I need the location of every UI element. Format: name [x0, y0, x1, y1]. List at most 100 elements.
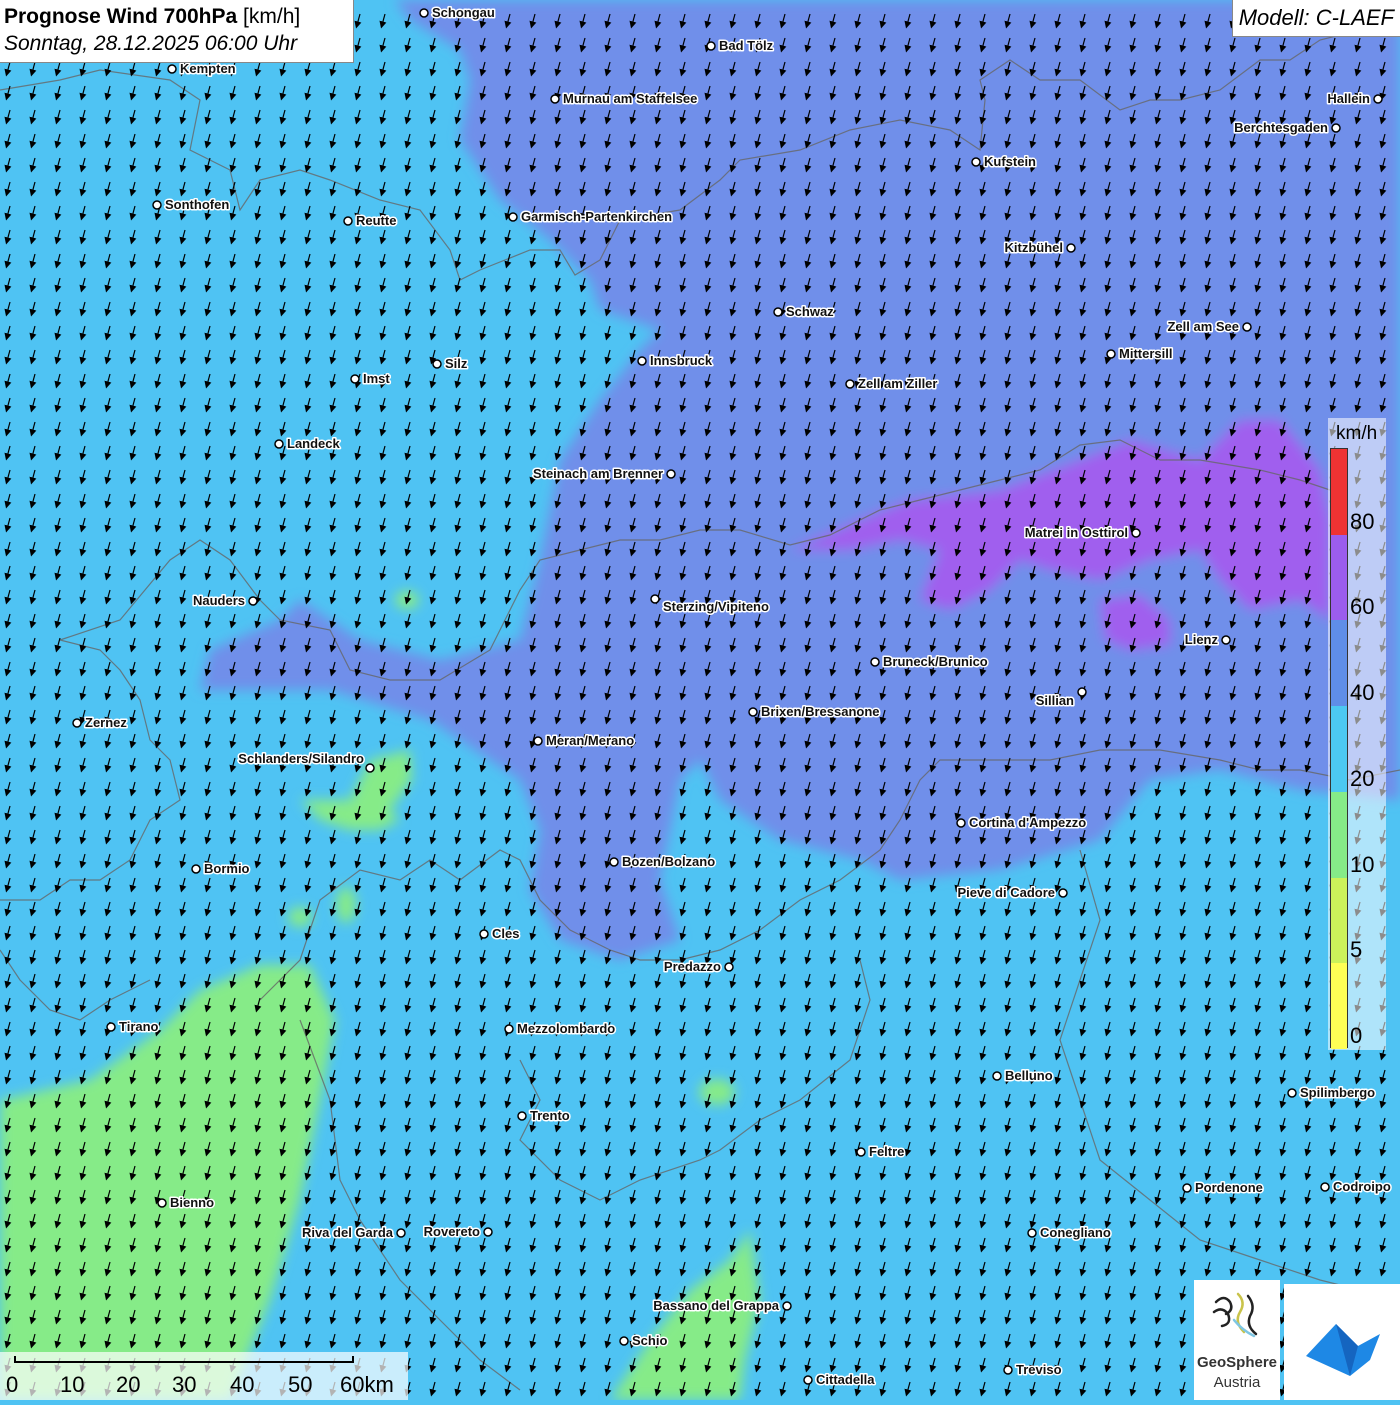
- city-label: Brixen/Bressanone: [761, 704, 880, 719]
- city-label: Bruneck/Brunico: [883, 654, 988, 669]
- city-marker-icon: [1131, 528, 1141, 538]
- city-label: Trento: [530, 1108, 570, 1123]
- city-marker-icon: [845, 379, 855, 389]
- city-marker-icon: [1221, 635, 1231, 645]
- city-marker-icon: [870, 657, 880, 667]
- city-marker-icon: [483, 1227, 493, 1237]
- city-marker-icon: [1331, 123, 1341, 133]
- forecast-datetime: Sonntag, 28.12.2025 06:00 Uhr: [4, 32, 298, 55]
- city-marker-icon: [419, 8, 429, 18]
- city-label: Murnau am Staffelsee: [563, 91, 697, 106]
- city-marker-icon: [533, 736, 543, 746]
- city-label: Spilimbergo: [1300, 1085, 1375, 1100]
- city-label: Zernez: [85, 715, 127, 730]
- city-marker-icon: [666, 469, 676, 479]
- city-label: Hallein: [1327, 91, 1370, 106]
- app-logo-icon: [1306, 1324, 1380, 1376]
- city-marker-icon: [167, 64, 177, 74]
- title-unit: [km/h]: [243, 5, 301, 28]
- scale-bar-line: [14, 1356, 354, 1363]
- city-label: Imst: [363, 371, 390, 386]
- city-label: Treviso: [1016, 1362, 1062, 1377]
- legend-color-segment: [1331, 706, 1347, 792]
- city-marker-icon: [479, 929, 489, 939]
- legend-tick-label: 40: [1350, 680, 1375, 706]
- geosphere-name: GeoSphere: [1196, 1354, 1278, 1371]
- city-marker-icon: [1058, 888, 1068, 898]
- legend-color-segment: [1331, 791, 1347, 878]
- city-label: Nauders: [193, 593, 245, 608]
- city-marker-icon: [609, 857, 619, 867]
- city-marker-icon: [619, 1336, 629, 1346]
- city-marker-icon: [1182, 1183, 1192, 1193]
- city-marker-icon: [724, 962, 734, 972]
- city-label: Reutte: [356, 213, 396, 228]
- city-label: Innsbruck: [650, 353, 713, 368]
- city-marker-icon: [191, 864, 201, 874]
- city-marker-icon: [248, 596, 258, 606]
- city-marker-icon: [782, 1301, 792, 1311]
- geosphere-icon: [1212, 1292, 1258, 1338]
- city-marker-icon: [637, 356, 647, 366]
- city-label: Sonthofen: [165, 197, 229, 212]
- city-label: Predazzo: [664, 959, 721, 974]
- legend-tick-label: 60: [1350, 594, 1375, 620]
- city-marker-icon: [365, 763, 375, 773]
- legend-unit: km/h: [1336, 423, 1378, 444]
- city-label: Berchtesgaden: [1234, 120, 1328, 135]
- scale-bar-label: 60km: [340, 1372, 394, 1397]
- legend-tick-label: 80: [1350, 508, 1375, 534]
- city-label: Riva del Garda: [302, 1225, 394, 1240]
- city-label: Bassano del Grappa: [653, 1298, 779, 1313]
- scale-bar-label: 0: [6, 1372, 19, 1397]
- city-marker-icon: [1287, 1088, 1297, 1098]
- city-marker-icon: [1373, 94, 1383, 104]
- city-label: Feltre: [869, 1144, 904, 1159]
- scale-bar-label: 30: [172, 1372, 197, 1397]
- legend-color-segment: [1331, 963, 1347, 1049]
- legend-color-segment: [1331, 620, 1347, 707]
- city-label: Silz: [445, 356, 468, 371]
- legend-tick-label: 0: [1350, 1023, 1363, 1048]
- geosphere-subtitle: Austria: [1213, 1374, 1261, 1391]
- city-marker-icon: [508, 212, 518, 222]
- city-label: Bad Tölz: [719, 38, 774, 53]
- city-marker-icon: [504, 1024, 514, 1034]
- wind-forecast-map: Schongau Bad Tölz Kempten Hallein Murnau am …: [0, 0, 1400, 1400]
- legend-color-segment: [1331, 877, 1347, 964]
- city-label: Matrei in Osttirol: [1025, 525, 1128, 540]
- geosphere-logo: GeoSphere Austria: [1194, 1280, 1280, 1400]
- city-marker-icon: [803, 1375, 813, 1385]
- city-label: Sillian: [1036, 693, 1074, 708]
- city-label: Meran/Merano: [546, 733, 634, 748]
- city-marker-icon: [1077, 687, 1087, 697]
- city-label: Belluno: [1005, 1068, 1053, 1083]
- scale-bar-label: 50: [288, 1372, 313, 1397]
- legend-tick-label: 20: [1350, 765, 1375, 791]
- city-marker-icon: [856, 1147, 866, 1157]
- legend-tick-label: 5: [1350, 937, 1363, 963]
- city-label: Pieve di Cadore: [957, 885, 1055, 900]
- title-main: Prognose Wind 700hPa: [4, 5, 238, 28]
- color-legend: km/h 0 5 10 20 40 60 80: [1328, 418, 1386, 1050]
- city-marker-icon: [106, 1022, 116, 1032]
- city-marker-icon: [550, 94, 560, 104]
- city-marker-icon: [992, 1071, 1002, 1081]
- city-label: Mezzolombardo: [517, 1021, 615, 1036]
- city-label: Kempten: [180, 61, 236, 76]
- scale-bar-label: 40: [230, 1372, 255, 1397]
- city-marker-icon: [152, 200, 162, 210]
- city-label: Zell am See: [1167, 319, 1239, 334]
- city-marker-icon: [1320, 1182, 1330, 1192]
- city-label: Zell am Ziller: [858, 376, 937, 391]
- city-label: Kitzbühel: [1005, 240, 1064, 255]
- scale-bar: 0 10 20 30 40 50 60km: [0, 1352, 408, 1400]
- city-marker-icon: [157, 1198, 167, 1208]
- city-marker-icon: [956, 818, 966, 828]
- city-label: Pordenone: [1195, 1180, 1263, 1195]
- city-marker-icon: [72, 718, 82, 728]
- app-logo: [1284, 1284, 1400, 1400]
- city-marker-icon: [1003, 1365, 1013, 1375]
- title-box: Prognose Wind 700hPa [km/h] Sonntag, 28.…: [0, 0, 354, 63]
- city-marker-icon: [1242, 322, 1252, 332]
